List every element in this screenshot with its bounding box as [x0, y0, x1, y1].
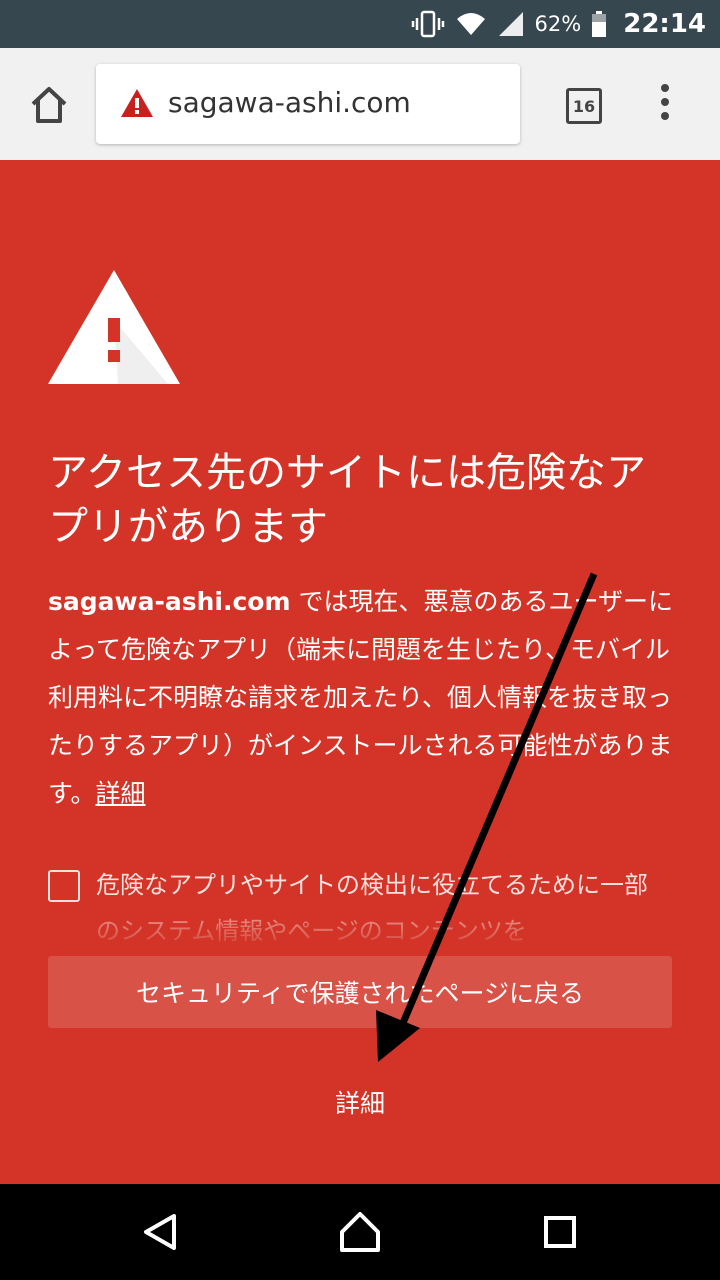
back-icon[interactable] — [140, 1212, 180, 1252]
page-title: アクセス先のサイトには危険なアプリがあります — [48, 450, 646, 550]
danger-warning-icon — [48, 270, 180, 384]
address-bar[interactable]: sagawa-ashi.com — [96, 64, 520, 144]
report-checkbox[interactable] — [48, 870, 80, 902]
browser-toolbar: sagawa-ashi.com 16 — [0, 48, 720, 160]
label-fade-overlay — [90, 900, 680, 952]
tab-switcher-icon[interactable]: 16 — [566, 88, 602, 124]
navigation-bar — [0, 1184, 720, 1280]
wifi-icon — [456, 13, 485, 35]
back-to-safety-button[interactable]: セキュリティで保護されたページに戻る — [48, 956, 672, 1028]
battery-percent: 62% — [534, 12, 582, 36]
warning-body-text: では現在、悪意のあるユーザーによって危険なアプリ（端末に問題を生じたり、モバイル… — [48, 587, 673, 808]
status-bar: 62% 22:14 — [0, 0, 720, 48]
home-icon[interactable] — [28, 84, 70, 126]
recents-icon[interactable] — [544, 1216, 576, 1248]
details-link[interactable]: 詳細 — [96, 779, 146, 808]
warning-description: sagawa-ashi.com では現在、悪意のあるユーザーによって危険なアプリ… — [48, 578, 678, 818]
home-nav-icon[interactable] — [338, 1210, 382, 1254]
clock: 22:14 — [623, 9, 706, 39]
url-text: sagawa-ashi.com — [168, 86, 411, 119]
details-button[interactable]: 詳細 — [300, 1082, 420, 1126]
more-menu-icon[interactable] — [650, 84, 680, 124]
warning-icon[interactable] — [120, 88, 154, 118]
signal-icon — [498, 12, 523, 36]
battery-icon — [592, 11, 607, 37]
site-domain: sagawa-ashi.com — [48, 587, 291, 616]
vibrate-icon — [411, 10, 444, 38]
